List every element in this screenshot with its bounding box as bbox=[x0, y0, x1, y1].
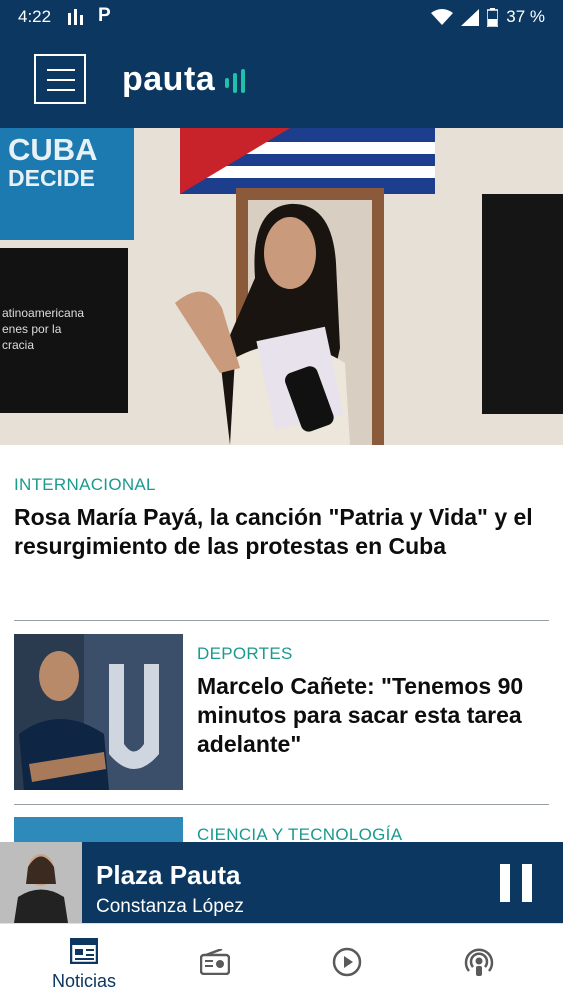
article-thumbnail[interactable] bbox=[14, 634, 183, 790]
menu-line-icon bbox=[47, 69, 75, 71]
article-headline[interactable]: Rosa María Payá, la canción "Patria y Vi… bbox=[14, 503, 549, 561]
article-text: DEPORTES Marcelo Cañete: "Tenemos 90 min… bbox=[197, 644, 549, 759]
article-category[interactable]: INTERNACIONAL bbox=[14, 475, 549, 495]
article-text: CIENCIA Y TECNOLOGÍA bbox=[197, 825, 549, 843]
pauta-logo[interactable]: pauta bbox=[122, 60, 249, 99]
poster-text-line3: cracia bbox=[2, 338, 34, 352]
carrier-icon: P bbox=[98, 5, 111, 26]
pause-button[interactable] bbox=[500, 864, 532, 902]
article-headline[interactable]: Marcelo Cañete: "Tenemos 90 minutos para… bbox=[197, 672, 549, 759]
article-category[interactable]: CIENCIA Y TECNOLOGÍA bbox=[197, 825, 549, 843]
logo-bars-icon bbox=[225, 68, 246, 93]
newspaper-icon bbox=[70, 938, 98, 964]
status-time: 4:22 bbox=[18, 7, 52, 26]
tab-video[interactable] bbox=[297, 924, 397, 1001]
bottom-navigation: Noticias bbox=[0, 923, 563, 1001]
divider bbox=[14, 804, 549, 805]
radio-icon bbox=[200, 949, 230, 975]
wifi-icon bbox=[431, 8, 454, 25]
host-photo bbox=[0, 842, 82, 923]
status-bar: 4:22 P 37 % bbox=[0, 0, 563, 34]
logo-text: pauta bbox=[122, 60, 216, 98]
podcast-icon bbox=[464, 948, 494, 976]
divider bbox=[14, 620, 549, 621]
pause-icon bbox=[522, 864, 532, 902]
hero-photo: CUBA DECIDE atinoamericana enes por la c… bbox=[0, 128, 563, 445]
tab-podcast[interactable] bbox=[429, 924, 529, 1001]
poster-text-line1: atinoamericana bbox=[2, 306, 84, 320]
lead-article[interactable]: INTERNACIONAL Rosa María Payá, la canció… bbox=[0, 445, 563, 561]
thumbnail-photo bbox=[14, 634, 183, 790]
hamburger-menu-button[interactable] bbox=[34, 54, 86, 104]
mini-player[interactable]: Plaza Pauta Constanza López bbox=[0, 842, 563, 923]
signal-bars-icon bbox=[68, 9, 83, 25]
poster-text-line2: enes por la bbox=[2, 322, 62, 336]
menu-line-icon bbox=[47, 89, 75, 91]
news-feed: INTERNACIONAL Rosa María Payá, la canció… bbox=[0, 445, 563, 843]
tab-noticias[interactable]: Noticias bbox=[34, 924, 134, 1001]
cell-signal-icon bbox=[461, 8, 480, 26]
article-category[interactable]: DEPORTES bbox=[197, 644, 549, 664]
tab-label: Noticias bbox=[51, 971, 117, 991]
article-card[interactable]: CIENCIA Y TECNOLOGÍA bbox=[14, 817, 549, 843]
hero-image[interactable]: CUBA DECIDE atinoamericana enes por la c… bbox=[0, 128, 563, 445]
tab-radio[interactable] bbox=[165, 924, 265, 1001]
article-thumbnail[interactable] bbox=[14, 817, 183, 843]
play-circle-icon bbox=[332, 947, 362, 977]
host-avatar bbox=[0, 842, 82, 923]
sign-text-line2: DECIDE bbox=[8, 165, 95, 191]
menu-line-icon bbox=[47, 79, 75, 81]
player-title: Plaza Pauta bbox=[96, 860, 241, 890]
battery-icon bbox=[487, 7, 499, 27]
app-bar: pauta bbox=[0, 34, 563, 128]
player-subtitle: Constanza López bbox=[96, 896, 244, 917]
battery-percent: 37 % bbox=[506, 7, 545, 26]
article-card[interactable]: DEPORTES Marcelo Cañete: "Tenemos 90 min… bbox=[14, 634, 549, 794]
sign-text-line1: CUBA bbox=[8, 132, 98, 167]
pause-icon bbox=[500, 864, 510, 902]
